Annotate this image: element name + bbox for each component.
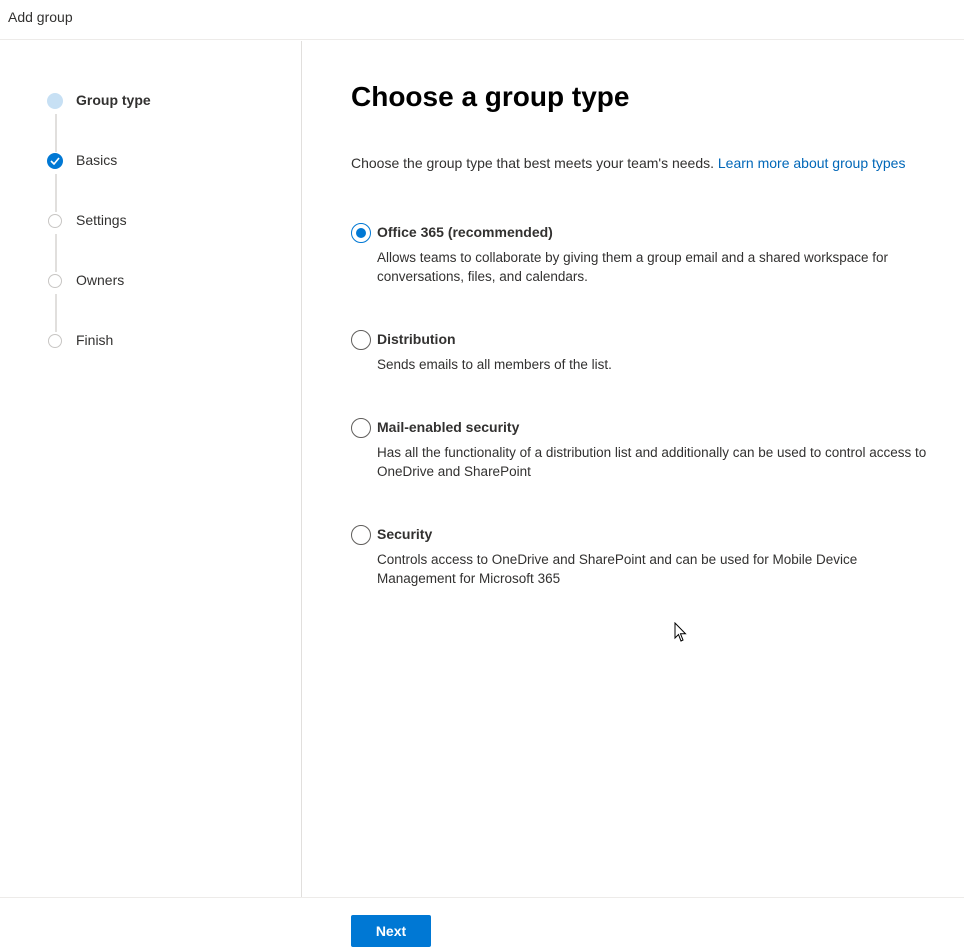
option-description: Sends emails to all members of the list. bbox=[377, 357, 612, 372]
radio-button[interactable] bbox=[351, 330, 371, 350]
step-connector bbox=[55, 294, 57, 332]
option-description: Allows teams to collaborate by giving th… bbox=[377, 250, 889, 284]
step-label: Settings bbox=[76, 212, 127, 228]
option-description: Controls access to OneDrive and SharePoi… bbox=[377, 552, 858, 586]
wizard-steps-pane: Group type Basics Settings Owners Finish bbox=[0, 41, 302, 897]
pending-step-indicator bbox=[48, 274, 62, 288]
current-step-indicator bbox=[47, 93, 63, 109]
page-title: Choose a group type bbox=[351, 81, 630, 112]
intro-description: Choose the group type that best meets yo… bbox=[351, 155, 714, 171]
step-label: Finish bbox=[76, 332, 114, 348]
step-label: Group type bbox=[76, 92, 151, 108]
learn-more-link[interactable]: Learn more about group types bbox=[718, 155, 906, 171]
option-description: Has all the functionality of a distribut… bbox=[377, 445, 927, 479]
panel-header: Add group bbox=[0, 0, 964, 40]
step-connector bbox=[55, 174, 57, 212]
radio-button-selected[interactable] bbox=[351, 223, 371, 243]
option-title: Mail-enabled security bbox=[377, 419, 520, 435]
pending-step-indicator bbox=[48, 214, 62, 228]
option-title: Distribution bbox=[377, 331, 456, 347]
mouse-pointer-icon bbox=[674, 622, 687, 642]
checkmark-icon bbox=[47, 153, 63, 169]
panel-footer: Next bbox=[0, 897, 964, 947]
next-button[interactable]: Next bbox=[351, 915, 431, 947]
radio-button[interactable] bbox=[351, 418, 371, 438]
pending-step-indicator bbox=[48, 334, 62, 348]
intro-text: Choose the group type that best meets yo… bbox=[351, 155, 905, 171]
panel-title: Add group bbox=[8, 9, 73, 25]
step-connector bbox=[55, 234, 57, 272]
option-title: Office 365 (recommended) bbox=[377, 224, 553, 240]
option-title: Security bbox=[377, 526, 433, 542]
step-label: Basics bbox=[76, 152, 118, 168]
step-label: Owners bbox=[76, 272, 125, 288]
radio-button[interactable] bbox=[351, 525, 371, 545]
step-connector bbox=[55, 114, 57, 152]
